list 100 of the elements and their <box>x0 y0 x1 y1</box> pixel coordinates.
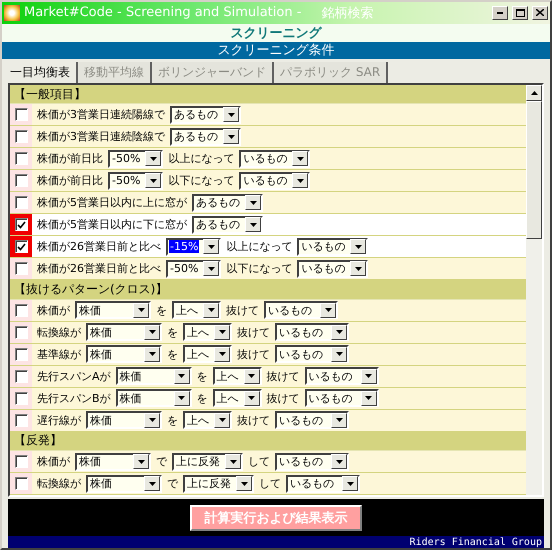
checkbox[interactable] <box>14 130 28 144</box>
condition-label: 抜けて <box>225 302 260 318</box>
window-title: Market#Code - Screening and Simulation - <box>24 5 302 20</box>
dropdown[interactable]: あるもの <box>170 128 241 146</box>
condition-label: を <box>166 346 179 362</box>
condition-label: 遅行線が <box>36 412 82 428</box>
dropdown[interactable]: 株価 <box>116 389 192 408</box>
group-heading: 【反発】 <box>10 432 526 452</box>
scroll-thumb[interactable] <box>526 101 542 240</box>
condition-label: 以下になって <box>167 173 236 188</box>
dropdown[interactable]: いるもの <box>286 474 360 493</box>
dropdown[interactable]: 株価 <box>86 323 162 342</box>
dropdown[interactable]: -50% <box>108 150 164 168</box>
scrollbar[interactable] <box>526 85 542 496</box>
minimize-icon <box>497 12 503 14</box>
condition-label: して <box>247 454 271 470</box>
condition-label: 以上になって <box>167 151 236 166</box>
dropdown[interactable]: いるもの <box>239 150 310 168</box>
dropdown[interactable]: いるもの <box>239 172 310 190</box>
dropdown[interactable]: 上に反発 <box>183 474 254 493</box>
checkbox[interactable] <box>14 326 28 339</box>
condition-label: 先行スパンAが <box>36 368 112 384</box>
dropdown[interactable]: いるもの <box>275 452 349 471</box>
condition-label: して <box>258 476 282 492</box>
dropdown[interactable]: あるもの <box>192 216 263 234</box>
checkbox[interactable] <box>14 196 28 210</box>
dropdown[interactable]: いるもの <box>304 389 379 408</box>
checkbox[interactable] <box>14 152 28 166</box>
condition-label: 株価が26営業日前と比べ <box>36 239 162 254</box>
condition-label: 株価が前日比 <box>36 173 104 188</box>
dropdown[interactable]: 株価 <box>116 367 192 386</box>
condition-label: 以下になって <box>225 261 294 276</box>
condition-label: を <box>166 324 179 340</box>
dropdown[interactable]: いるもの <box>264 301 338 320</box>
checkbox[interactable] <box>14 304 28 317</box>
condition-label: 株価が <box>36 302 71 318</box>
checkbox[interactable] <box>14 174 28 188</box>
dropdown[interactable]: 上へ <box>212 367 262 386</box>
checkbox[interactable] <box>14 392 28 405</box>
checkbox[interactable] <box>14 455 28 468</box>
dropdown[interactable]: あるもの <box>192 194 263 212</box>
dropdown[interactable]: いるもの <box>297 238 368 256</box>
dropdown[interactable]: 株価 <box>86 474 162 493</box>
maximize-button[interactable] <box>512 6 528 20</box>
checkbox[interactable] <box>14 348 28 361</box>
condition-label: 抜けて <box>266 390 301 406</box>
condition-label: 株価が5営業日以内に下に窓が <box>36 217 188 232</box>
condition-label: 以上になって <box>225 239 294 254</box>
checkbox[interactable] <box>14 218 28 232</box>
checkbox[interactable] <box>14 414 28 427</box>
checkbox[interactable] <box>14 477 28 490</box>
dropdown[interactable]: 上に反発 <box>172 452 243 471</box>
condition-label: を <box>155 302 168 318</box>
condition-label: 株価が3営業日連続陰線で <box>36 129 166 144</box>
group-heading: 【抜けるパターン(クロス)】 <box>10 280 526 300</box>
dropdown[interactable]: 上へ <box>183 345 232 364</box>
close-button[interactable] <box>532 6 548 20</box>
checkbox[interactable] <box>14 240 28 254</box>
dropdown[interactable]: 上へ <box>183 411 232 430</box>
condition-label: を <box>166 412 179 428</box>
condition-label: 基準線が <box>36 346 82 362</box>
up-arrow-icon <box>530 91 538 96</box>
dropdown[interactable]: 株価 <box>86 345 162 364</box>
dropdown[interactable]: 上へ <box>183 323 232 342</box>
condition-label: で <box>155 454 168 470</box>
app-icon <box>4 4 20 21</box>
condition-label: 株価が3営業日連続陽線で <box>36 107 166 122</box>
status-bar: Riders Financial Group <box>8 536 544 548</box>
condition-label: 抜けて <box>236 346 271 362</box>
window-subtitle: 銘柄検索 <box>321 4 374 22</box>
dropdown[interactable]: いるもの <box>297 260 368 278</box>
dropdown[interactable]: あるもの <box>170 106 241 124</box>
dropdown[interactable]: いるもの <box>275 411 349 430</box>
condition-label: を <box>196 390 209 406</box>
dropdown[interactable]: 株価 <box>75 301 151 320</box>
maximize-icon <box>516 8 524 17</box>
scroll-up-button[interactable] <box>526 85 542 102</box>
group-heading: 【一般項目】 <box>10 85 526 104</box>
condition-label: を <box>196 368 209 384</box>
screen-heading: スクリーニング <box>230 24 322 42</box>
condition-label: 先行スパンBが <box>36 390 112 406</box>
condition-label: 抜けて <box>266 368 301 384</box>
condition-label: で <box>166 476 179 492</box>
minimize-button[interactable] <box>492 6 508 20</box>
dropdown[interactable]: いるもの <box>304 367 379 386</box>
dropdown[interactable]: いるもの <box>275 345 349 364</box>
checkbox[interactable] <box>14 262 28 276</box>
dropdown[interactable]: -15% <box>166 238 222 256</box>
close-icon <box>536 9 544 16</box>
dropdown[interactable]: 上へ <box>172 301 221 320</box>
checkbox[interactable] <box>14 370 28 383</box>
dropdown[interactable]: -50% <box>108 172 164 190</box>
dropdown[interactable]: 上へ <box>212 389 262 408</box>
dropdown[interactable]: -50% <box>166 260 222 278</box>
checkbox[interactable] <box>14 108 28 122</box>
dropdown[interactable]: いるもの <box>275 323 349 342</box>
dropdown[interactable]: 株価 <box>75 452 151 471</box>
condition-label: 転換線が <box>36 324 82 340</box>
dropdown[interactable]: 株価 <box>86 411 162 430</box>
condition-label: 株価が <box>36 454 71 470</box>
